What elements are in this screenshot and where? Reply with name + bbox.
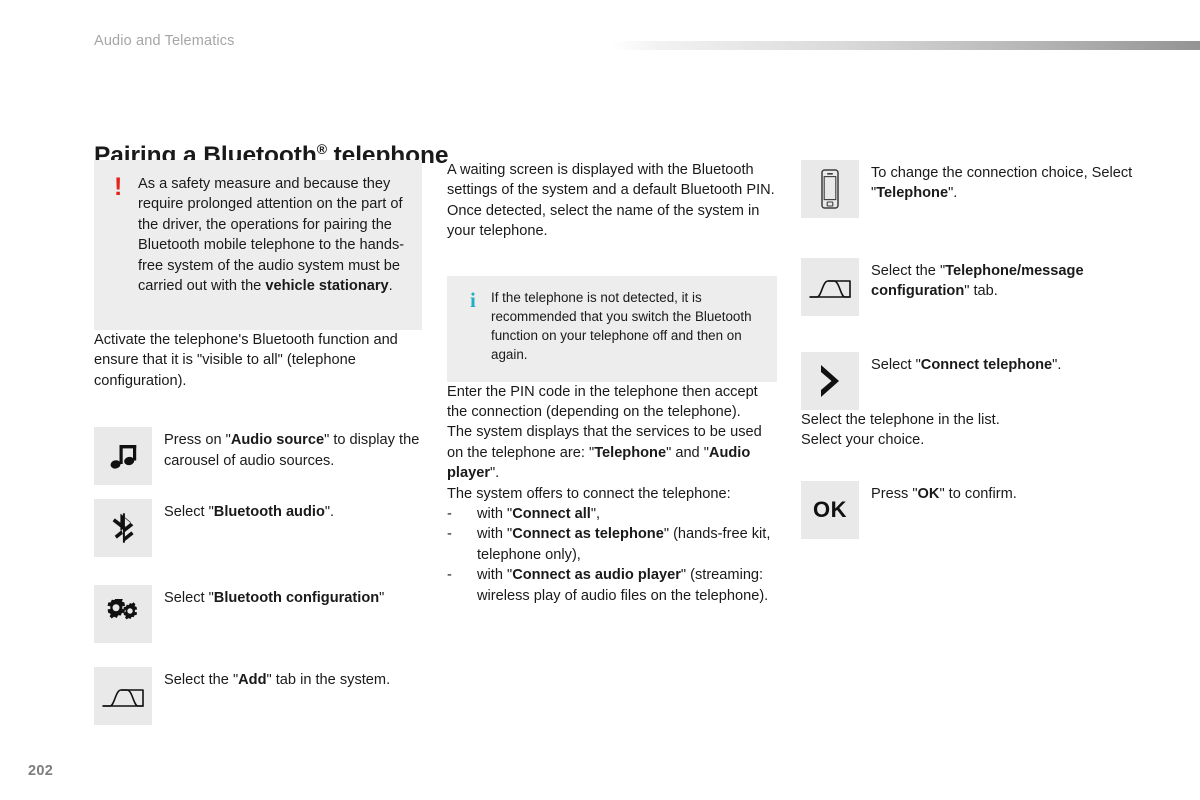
dash-marker: - — [447, 506, 452, 523]
paragraph-select-telephone-list: Select the telephone in the list. — [801, 412, 1000, 428]
list-item-text: with "Connect as audio player" (streamin… — [477, 567, 769, 604]
dash-marker: - — [447, 526, 452, 543]
list-item-text: with "Connect as telephone" (hands-free … — [477, 526, 771, 563]
column-right: To change the connection choice, Select … — [801, 160, 1133, 539]
info-icon: i — [470, 287, 476, 312]
info-callout: i If the telephone is not detected, it i… — [447, 275, 777, 382]
tab-icon — [801, 258, 859, 316]
registered-mark: ® — [316, 141, 327, 158]
step-add-tab-caption: Select the "Add" tab in the system. — [164, 672, 391, 689]
step-connect-telephone[interactable]: Select "Connect telephone". — [801, 352, 1133, 410]
step-bluetooth-configuration-caption: Select "Bluetooth configuration" — [164, 590, 385, 607]
step-bluetooth-configuration[interactable]: Select "Bluetooth configuration" — [94, 585, 422, 644]
step-audio-source-caption: Press on "Audio source" to display the c… — [164, 432, 420, 469]
step-press-ok[interactable]: OK Press "OK" to confirm. — [801, 480, 1133, 539]
music-note-icon — [94, 427, 152, 486]
step-audio-source[interactable]: Press on "Audio source" to display the c… — [94, 427, 422, 486]
list-item: - with "Connect as telephone" (hands-fre… — [447, 524, 777, 565]
dash-marker: - — [447, 567, 452, 584]
step-telephone-message-config-caption: Select the "Telephone/message configurat… — [871, 263, 1084, 300]
step-connect-telephone-caption: Select "Connect telephone". — [871, 357, 1062, 373]
paragraph-select-choice: Select your choice. — [801, 432, 925, 449]
step-telephone-message-config[interactable]: Select the "Telephone/message configurat… — [801, 258, 1133, 316]
warning-icon: ! — [114, 173, 123, 201]
step-bluetooth-audio[interactable]: Select "Bluetooth audio". — [94, 499, 422, 558]
step-press-ok-caption: Press "OK" to confirm. — [871, 485, 1017, 502]
bluetooth-icon — [94, 499, 152, 558]
column-middle: A waiting screen is displayed with the B… — [447, 160, 777, 606]
connection-options-list: - with "Connect all", - with "Connect as… — [447, 504, 777, 606]
ok-icon: OK — [801, 480, 859, 539]
list-item: - with "Connect all", — [447, 504, 777, 524]
ok-icon-label: OK — [813, 496, 847, 522]
paragraph-enter-pin: Enter the PIN code in the telephone then… — [447, 383, 758, 421]
gears-icon — [94, 585, 152, 644]
chapter-title: Audio and Telematics — [94, 33, 235, 49]
warning-callout: ! As a safety measure and because they r… — [94, 160, 422, 330]
step-change-connection-choice-caption: To change the connection choice, Select … — [871, 165, 1133, 202]
paragraph-activate-bluetooth: Activate the telephone's Bluetooth funct… — [94, 332, 398, 389]
column-left: ! As a safety measure and because they r… — [94, 160, 422, 726]
list-item: - with "Connect as audio player" (stream… — [447, 565, 777, 606]
manual-page: Audio and Telematics Pairing a Bluetooth… — [0, 0, 1200, 800]
step-change-connection-choice[interactable]: To change the connection choice, Select … — [801, 160, 1133, 218]
step-add-tab[interactable]: Select the "Add" tab in the system. — [94, 667, 422, 726]
tab-icon — [94, 667, 152, 726]
header-rule — [612, 41, 1200, 50]
paragraph-waiting-screen: A waiting screen is displayed with the B… — [447, 162, 775, 199]
paragraph-offers-intro: The system offers to connect the telepho… — [447, 485, 731, 502]
paragraph-once-detected: Once detected, select the name of the sy… — [447, 202, 760, 240]
warning-text: As a safety measure and because they req… — [138, 176, 405, 295]
page-number: 202 — [28, 763, 54, 779]
chevron-right-icon — [801, 352, 859, 410]
smartphone-icon — [801, 160, 859, 218]
list-item-text: with "Connect all", — [477, 506, 601, 523]
step-bluetooth-audio-caption: Select "Bluetooth audio". — [164, 504, 335, 521]
info-text: If the telephone is not detected, it is … — [491, 289, 752, 362]
paragraph-services: The system displays that the services to… — [447, 424, 762, 482]
